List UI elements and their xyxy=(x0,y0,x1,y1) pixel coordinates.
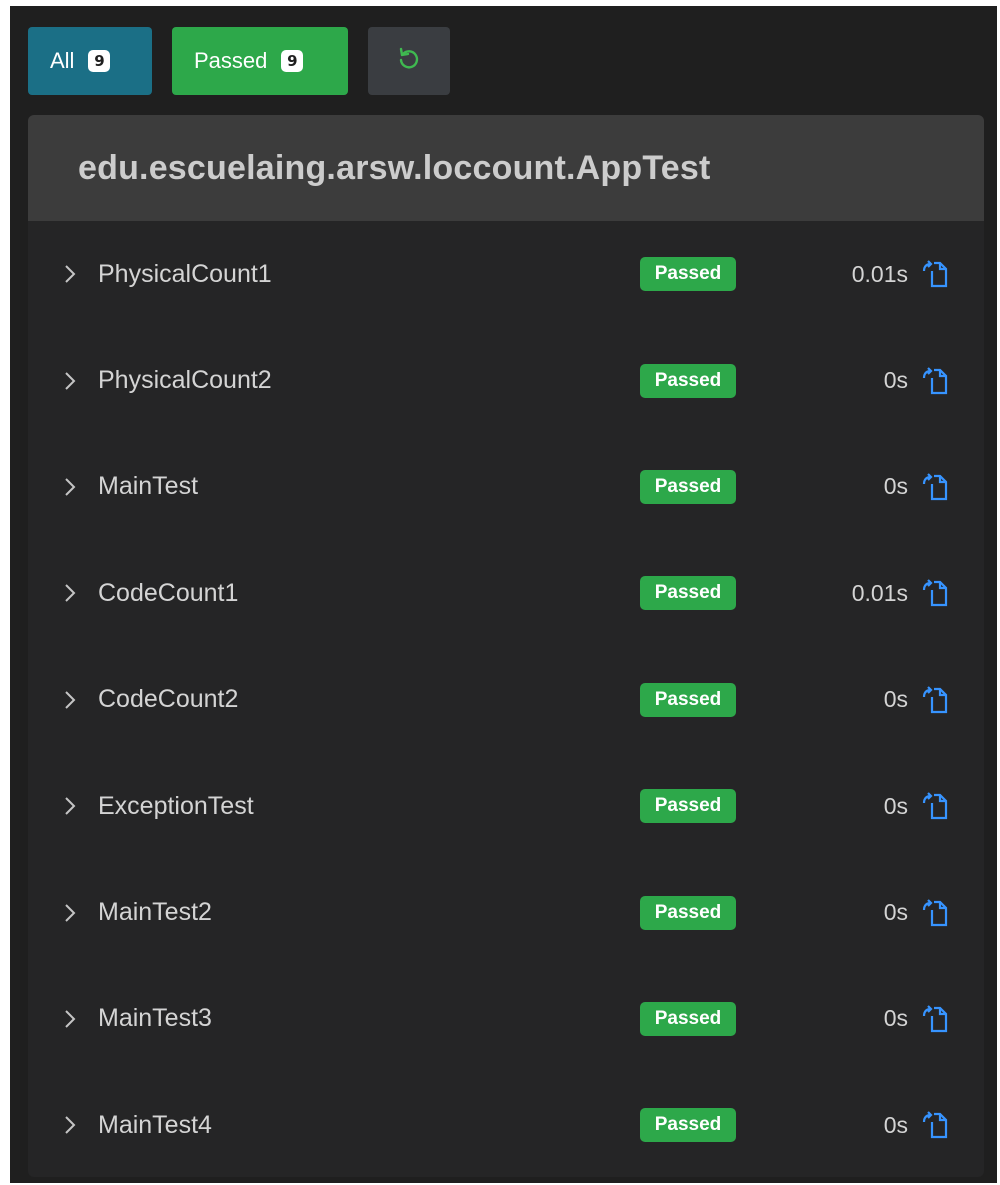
status-badge: Passed xyxy=(640,895,736,930)
status-badge: Passed xyxy=(640,682,736,717)
test-row[interactable]: CodeCount1 Passed 0.01s xyxy=(28,540,984,646)
test-class-title: edu.escuelaing.arsw.loccount.AppTest xyxy=(78,148,711,187)
open-source-icon[interactable] xyxy=(920,1108,950,1142)
test-list: PhysicalCount1 Passed 0.01s PhysicalCoun… xyxy=(28,221,984,1177)
test-name: MainTest4 xyxy=(98,1110,212,1139)
test-name: CodeCount1 xyxy=(98,578,239,607)
test-duration: 0s xyxy=(883,792,908,819)
test-name: CodeCount2 xyxy=(98,685,239,714)
test-duration: 0s xyxy=(883,1111,908,1138)
test-duration: 0.01s xyxy=(851,260,908,287)
filter-all-count: 9 xyxy=(88,50,111,72)
chevron-right-icon[interactable] xyxy=(60,901,80,925)
test-name: PhysicalCount1 xyxy=(98,259,272,288)
test-name: MainTest3 xyxy=(98,1004,212,1033)
open-source-icon[interactable] xyxy=(920,683,950,717)
filter-passed-count: 9 xyxy=(281,50,304,72)
test-duration: 0s xyxy=(883,686,908,713)
test-duration: 0s xyxy=(883,367,908,394)
status-badge: Passed xyxy=(640,576,736,611)
filter-toolbar: All 9 Passed 9 xyxy=(28,27,450,95)
test-row[interactable]: MainTest3 Passed 0s xyxy=(28,966,984,1072)
test-name: MainTest xyxy=(98,472,199,501)
test-duration: 0s xyxy=(883,473,908,500)
test-row[interactable]: MainTest4 Passed 0s xyxy=(28,1072,984,1177)
test-row[interactable]: MainTest2 Passed 0s xyxy=(28,859,984,965)
open-source-icon[interactable] xyxy=(920,257,950,291)
test-row[interactable]: ExceptionTest Passed 0s xyxy=(28,753,984,859)
chevron-right-icon[interactable] xyxy=(60,1007,80,1031)
test-name: ExceptionTest xyxy=(98,791,254,820)
status-badge: Passed xyxy=(640,1108,736,1143)
filter-all-label: All xyxy=(50,48,75,73)
open-source-icon[interactable] xyxy=(920,364,950,398)
refresh-icon xyxy=(396,45,422,77)
open-source-icon[interactable] xyxy=(920,1002,950,1036)
test-row[interactable]: PhysicalCount2 Passed 0s xyxy=(28,327,984,433)
test-row[interactable]: MainTest Passed 0s xyxy=(28,434,984,540)
filter-passed-label: Passed xyxy=(194,48,268,73)
chevron-right-icon[interactable] xyxy=(60,688,80,712)
test-report-window: All 9 Passed 9 edu.escuelaing.arsw.locco… xyxy=(10,6,997,1183)
test-duration: 0s xyxy=(883,1005,908,1032)
test-name: PhysicalCount2 xyxy=(98,366,272,395)
status-badge: Passed xyxy=(640,789,736,824)
test-row[interactable]: CodeCount2 Passed 0s xyxy=(28,647,984,753)
panel-header[interactable]: edu.escuelaing.arsw.loccount.AppTest xyxy=(28,115,984,221)
chevron-right-icon[interactable] xyxy=(60,581,80,605)
test-name: MainTest2 xyxy=(98,898,212,927)
open-source-icon[interactable] xyxy=(920,789,950,823)
open-source-icon[interactable] xyxy=(920,576,950,610)
test-duration: 0s xyxy=(883,899,908,926)
chevron-right-icon[interactable] xyxy=(60,794,80,818)
status-badge: Passed xyxy=(640,1001,736,1036)
open-source-icon[interactable] xyxy=(920,896,950,930)
reset-button[interactable] xyxy=(368,27,450,95)
test-row[interactable]: PhysicalCount1 Passed 0.01s xyxy=(28,221,984,327)
chevron-right-icon[interactable] xyxy=(60,475,80,499)
filter-passed-button[interactable]: Passed 9 xyxy=(172,27,348,95)
chevron-right-icon[interactable] xyxy=(60,1113,80,1137)
status-badge: Passed xyxy=(640,469,736,504)
open-source-icon[interactable] xyxy=(920,470,950,504)
test-duration: 0.01s xyxy=(851,579,908,606)
chevron-right-icon[interactable] xyxy=(60,369,80,393)
test-class-panel: edu.escuelaing.arsw.loccount.AppTest Phy… xyxy=(28,115,984,1177)
status-badge: Passed xyxy=(640,363,736,398)
filter-all-button[interactable]: All 9 xyxy=(28,27,152,95)
chevron-right-icon[interactable] xyxy=(60,262,80,286)
status-badge: Passed xyxy=(640,257,736,292)
